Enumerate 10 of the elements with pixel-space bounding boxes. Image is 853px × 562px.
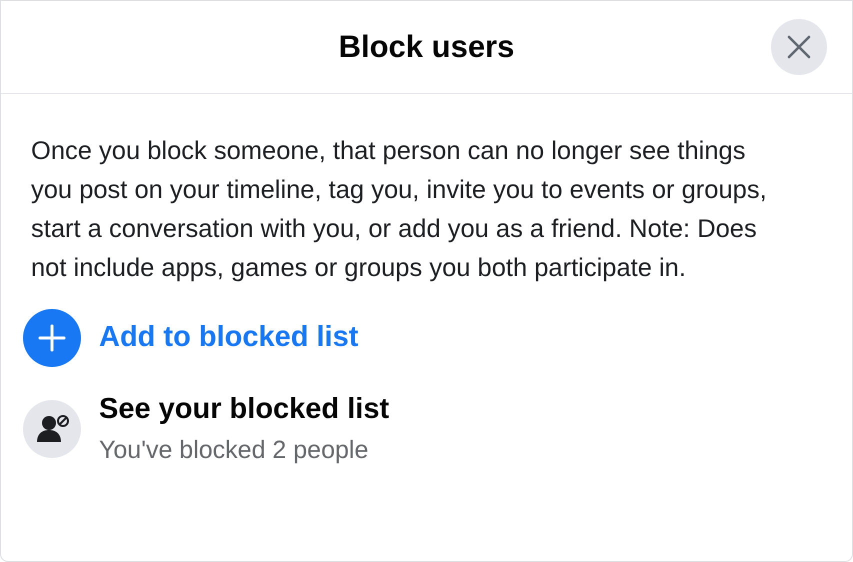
- add-blocked-item[interactable]: Add to blocked list: [23, 308, 822, 368]
- blocked-person-icon: [23, 400, 81, 458]
- dialog-title: Block users: [338, 28, 514, 66]
- item-title: Add to blocked list: [99, 320, 358, 356]
- plus-icon: [23, 309, 81, 367]
- close-icon: [787, 35, 811, 59]
- description-text: Once you block someone, that person can no longer see things you post on your timeline, tag you, invite you to events or groups, start a conversation with you, or add you as a friend. Note: Does not include apps, games or groups you both participate in.: [31, 136, 768, 284]
- blocked-list-item[interactable]: See your blocked list You've blocked 2 people: [23, 388, 822, 469]
- item-subtitle: You've blocked 2 people: [99, 434, 370, 466]
- item-title: See your blocked list: [99, 392, 390, 427]
